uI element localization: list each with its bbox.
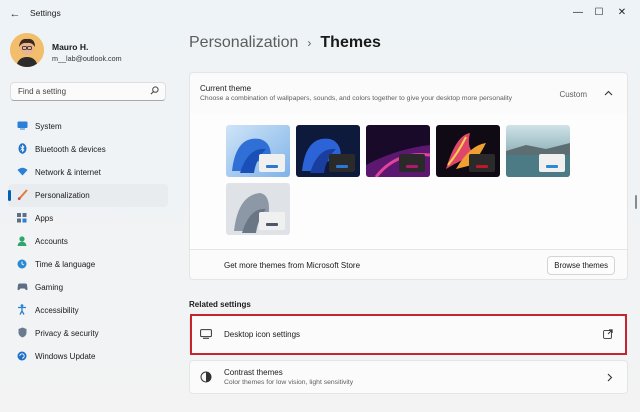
sidebar-item-privacy-security[interactable]: Privacy & security [8,322,168,345]
current-theme-title: Current theme [200,84,252,93]
sidebar-item-personalization[interactable]: Personalization [8,184,168,207]
theme-thumbnail[interactable] [436,125,500,177]
update-icon [15,351,29,363]
sidebar-item-accounts[interactable]: Accounts [8,230,168,253]
theme-thumbnail[interactable] [296,125,360,177]
browse-themes-button[interactable]: Browse themes [547,256,615,275]
minimize-icon[interactable]: — [568,4,588,22]
theme-accent-bar [546,165,558,168]
monitor-icon [15,121,29,132]
title-bar: ← Settings — ☐ ✕ [0,0,640,28]
avatar[interactable] [10,33,44,67]
theme-thumbnail[interactable] [226,183,290,235]
search-icon [150,86,159,97]
sidebar-item-time-language[interactable]: Time & language [8,253,168,276]
contrast-icon [200,371,212,386]
accessibility-icon [15,304,29,317]
page-title: Themes [320,34,381,51]
theme-window-preview [539,154,565,172]
theme-accent-bar [266,223,278,226]
breadcrumb-separator: › [307,36,312,50]
theme-window-preview [259,212,285,230]
store-text: Get more themes from Microsoft Store [224,261,361,270]
sidebar-item-label: Windows Update [35,352,96,361]
theme-window-preview [259,154,285,172]
sidebar-item-accessibility[interactable]: Accessibility [8,299,168,322]
theme-window-preview [329,154,355,172]
scrollbar-thumb[interactable] [635,195,637,209]
contrast-themes-row[interactable]: Contrast themes Color themes for low vis… [189,360,628,394]
theme-gallery [190,114,627,249]
wifi-icon [15,167,29,178]
bluetooth-icon [15,143,29,156]
app-title: Settings [30,8,61,18]
contrast-themes-description: Color themes for low vision, light sensi… [224,379,354,386]
theme-accent-bar [336,165,348,168]
store-row: Get more themes from Microsoft Store Bro… [190,249,627,281]
sidebar-item-gaming[interactable]: Gaming [8,276,168,299]
globe-clock-icon [15,259,29,271]
sidebar-item-windows-update[interactable]: Windows Update [8,345,168,368]
current-theme-description: Choose a combination of wallpapers, soun… [200,95,513,102]
user-name: Mauro H. [52,42,89,52]
theme-accent-bar [476,165,488,168]
chevron-up-icon [604,88,613,98]
sidebar-item-label: Personalization [35,191,90,200]
sidebar-item-label: Time & language [35,260,96,269]
sidebar-item-label: Accessibility [35,306,79,315]
sidebar-item-bluetooth[interactable]: Bluetooth & devices [8,138,168,161]
related-settings-title: Related settings [189,300,251,309]
theme-thumbnail[interactable] [226,125,290,177]
breadcrumb-parent[interactable]: Personalization [189,34,298,51]
person-icon [15,235,29,248]
search-input[interactable]: Find a setting [10,82,166,101]
theme-window-preview [399,154,425,172]
sidebar-item-label: Apps [35,214,54,223]
user-email: m__lab@outlook.com [52,54,122,63]
sidebar-item-label: Accounts [35,237,68,246]
theme-accent-bar [406,165,418,168]
maximize-icon[interactable]: ☐ [589,4,609,22]
sidebar-item-label: Bluetooth & devices [35,145,106,154]
back-arrow-icon[interactable]: ← [8,7,22,21]
theme-window-preview [469,154,495,172]
sidebar-item-label: Privacy & security [35,329,99,338]
sidebar-item-system[interactable]: System [8,115,168,138]
sidebar-item-label: Gaming [35,283,64,292]
sidebar-item-network[interactable]: Network & internet [8,161,168,184]
theme-thumbnail[interactable] [366,125,430,177]
highlight-box [190,314,627,355]
contrast-themes-label: Contrast themes [224,368,283,377]
sidebar-item-label: Network & internet [35,168,101,177]
sidebar-item-label: System [35,122,62,131]
gamepad-icon [15,283,29,293]
shield-icon [15,327,29,340]
apps-icon [15,212,29,225]
brush-icon [15,189,29,202]
sidebar-item-apps[interactable]: Apps [8,207,168,230]
theme-thumbnail[interactable] [506,125,570,177]
chevron-right-icon [607,373,613,384]
current-theme-header[interactable]: Current theme Choose a combination of wa… [190,73,627,114]
sidebar: System Bluetooth & devices Network & int… [8,115,168,368]
current-theme-card: Current theme Choose a combination of wa… [189,72,628,280]
close-icon[interactable]: ✕ [612,4,632,22]
settings-window: ← Settings — ☐ ✕ Mauro H. m__lab@outlook… [0,0,640,412]
theme-accent-bar [266,165,278,168]
breadcrumb: Personalization › Themes [189,34,381,52]
search-placeholder: Find a setting [18,87,67,96]
current-theme-value: Custom [559,90,587,99]
